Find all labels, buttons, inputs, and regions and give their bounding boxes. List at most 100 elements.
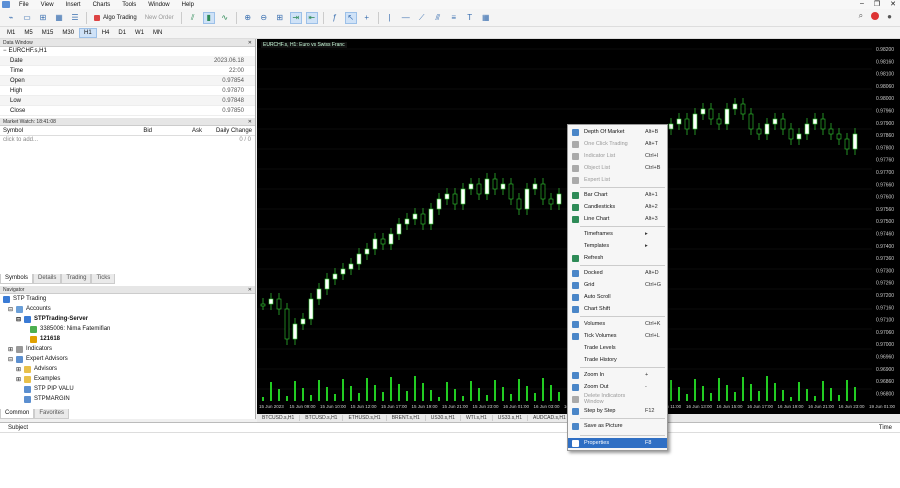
tab-favorites[interactable]: Favorites	[34, 409, 70, 419]
shapes-icon[interactable]: ▦	[480, 12, 492, 24]
market-watch-icon[interactable]: ⊞	[37, 12, 49, 24]
search-icon[interactable]: ⌕	[859, 11, 863, 21]
context-menu-item[interactable]: Depth Of Market Alt+B	[568, 127, 667, 137]
nav-indicators[interactable]: ⊞ Indicators	[0, 344, 255, 354]
algo-trading-button[interactable]: Algo Trading	[90, 14, 141, 21]
zoom-out-icon[interactable]: ⊖	[258, 12, 270, 24]
line-chart-icon[interactable]: ∿	[219, 12, 231, 24]
click-to-add[interactable]: click to add...	[3, 136, 38, 145]
context-menu-item[interactable]: Object List Ctrl+B	[568, 163, 667, 173]
tab-trading[interactable]: Trading	[61, 274, 92, 284]
bar-chart-icon[interactable]: ⫽	[187, 12, 199, 24]
tf-w1[interactable]: W1	[131, 29, 148, 37]
context-menu-item[interactable]: Timeframes ▸	[568, 229, 667, 239]
market-watch-add-row[interactable]: click to add... 0 / 0	[0, 136, 255, 145]
context-menu-item[interactable]: One Click Trading Alt+T	[568, 139, 667, 149]
crosshair-icon[interactable]: +	[361, 12, 373, 24]
nav-examples[interactable]: ⊞ Examples	[0, 374, 255, 384]
tf-h1[interactable]: H1	[79, 27, 97, 38]
context-menu-item[interactable]: Zoom In +	[568, 370, 667, 380]
menu-help[interactable]: Help	[176, 2, 200, 8]
nav-stp-pip-valu[interactable]: STP PIP VALU	[0, 384, 255, 394]
context-menu-item[interactable]: Save as Picture	[568, 421, 667, 431]
context-menu-item[interactable]: Step by Step F12	[568, 406, 667, 416]
menu-insert[interactable]: Insert	[60, 2, 87, 8]
chart-tab[interactable]: AUDCAD.s,H1	[528, 415, 572, 421]
nav-accounts[interactable]: ⊟ Accounts	[0, 304, 255, 314]
chart-tab[interactable]: ETHUSD.s,H1	[343, 415, 387, 421]
channel-icon[interactable]: ⫻	[432, 12, 444, 24]
chart-tab[interactable]: US30.s,H1	[426, 415, 461, 421]
expand-icon[interactable]: ⊞	[16, 376, 21, 383]
chart-tab[interactable]: BTCUSD.s,H1	[300, 415, 344, 421]
horizontal-line-icon[interactable]: —	[400, 12, 412, 24]
expand-icon[interactable]: ⊞	[8, 346, 13, 353]
tf-m1[interactable]: M1	[3, 29, 19, 37]
notification-icon[interactable]	[871, 12, 880, 20]
chart-tab[interactable]: BTCUSD.s,H1	[257, 415, 301, 421]
account-icon[interactable]: ●	[887, 12, 892, 21]
chart-tab[interactable]: US33.s,H1	[493, 415, 528, 421]
menu-view[interactable]: View	[35, 2, 60, 8]
collapse-icon[interactable]: ⊟	[8, 306, 13, 313]
chart-shift-icon[interactable]: ⇤	[305, 11, 318, 24]
nav-account-user[interactable]: 3385006: Nima Fatemifian	[0, 324, 255, 334]
col-subject[interactable]: Subject	[8, 425, 28, 431]
col-daily-change[interactable]: Daily Change	[202, 128, 252, 134]
new-chart-icon[interactable]: ⌁	[5, 12, 17, 24]
tab-common[interactable]: Common	[0, 409, 35, 419]
collapse-icon[interactable]: ⊟	[16, 316, 21, 323]
tile-windows-icon[interactable]: ⊞	[274, 12, 286, 24]
context-menu-item[interactable]: Templates ▸	[568, 241, 667, 251]
data-window-icon[interactable]: ▦	[53, 12, 65, 24]
minimize-icon[interactable]: –	[860, 0, 864, 8]
nav-stpmargin[interactable]: STPMARGIN	[0, 394, 255, 404]
profiles-icon[interactable]: ▭	[21, 12, 33, 24]
new-order-button[interactable]: New Order	[141, 15, 178, 21]
tf-h4[interactable]: H4	[98, 29, 114, 37]
chart-tab[interactable]: BRENT.s,H1	[387, 415, 426, 421]
expand-icon[interactable]: ⊞	[16, 366, 21, 373]
menu-charts[interactable]: Charts	[87, 2, 117, 8]
col-time[interactable]: Time	[879, 425, 892, 431]
cursor-icon[interactable]: ↖	[344, 11, 357, 24]
zoom-in-icon[interactable]: ⊕	[242, 12, 254, 24]
tf-m5[interactable]: M5	[20, 29, 36, 37]
collapse-icon[interactable]: ⊟	[8, 356, 13, 363]
close-icon[interactable]: ✕	[890, 0, 896, 8]
close-icon[interactable]: ✕	[248, 39, 252, 47]
context-menu-item[interactable]: Auto Scroll	[568, 292, 667, 302]
chart-tab[interactable]: WTI.s,H1	[461, 415, 493, 421]
context-menu-item[interactable]: Bar Chart Alt+1	[568, 190, 667, 200]
col-symbol[interactable]: Symbol	[0, 128, 132, 134]
context-menu-item[interactable]: Trade Levels	[568, 343, 667, 353]
context-menu-item[interactable]: Refresh	[568, 253, 667, 263]
tab-ticks[interactable]: Ticks	[91, 274, 116, 284]
nav-server[interactable]: ⊟ STPTrading-Server	[0, 314, 255, 324]
maximize-icon[interactable]: ❐	[874, 0, 880, 8]
text-icon[interactable]: T	[464, 12, 476, 24]
vertical-line-icon[interactable]: |	[384, 12, 396, 24]
close-icon[interactable]: ✕	[248, 286, 252, 294]
tab-details[interactable]: Details	[33, 274, 62, 284]
candlesticks-icon[interactable]: ▮	[202, 11, 215, 24]
indicators-icon[interactable]: ƒ	[329, 12, 341, 24]
trend-line-icon[interactable]: ⟋	[416, 12, 428, 24]
context-menu-item[interactable]: Volumes Ctrl+K	[568, 319, 667, 329]
context-menu-item[interactable]: Candlesticks Alt+2	[568, 202, 667, 212]
close-icon[interactable]: ✕	[248, 118, 252, 126]
context-menu-item[interactable]: Line Chart Alt+3	[568, 214, 667, 224]
collapse-icon[interactable]: −	[3, 47, 7, 56]
tf-m15[interactable]: M15	[38, 29, 58, 37]
nav-account-id[interactable]: 121618	[0, 334, 255, 344]
context-menu-item[interactable]: Docked Alt+D	[568, 268, 667, 278]
context-menu-item[interactable]: Indicator List Ctrl+I	[568, 151, 667, 161]
tab-symbols[interactable]: Symbols	[0, 274, 34, 284]
context-menu-item[interactable]: Tick Volumes Ctrl+L	[568, 331, 667, 341]
context-menu-item[interactable]: Zoom Out -	[568, 382, 667, 392]
context-menu-item[interactable]: Chart Shift	[568, 304, 667, 314]
context-menu-item[interactable]: Grid Ctrl+G	[568, 280, 667, 290]
navigator-icon[interactable]: ☰	[69, 12, 81, 24]
tf-mn[interactable]: MN	[149, 29, 166, 37]
context-menu-item[interactable]: Trade History	[568, 355, 667, 365]
